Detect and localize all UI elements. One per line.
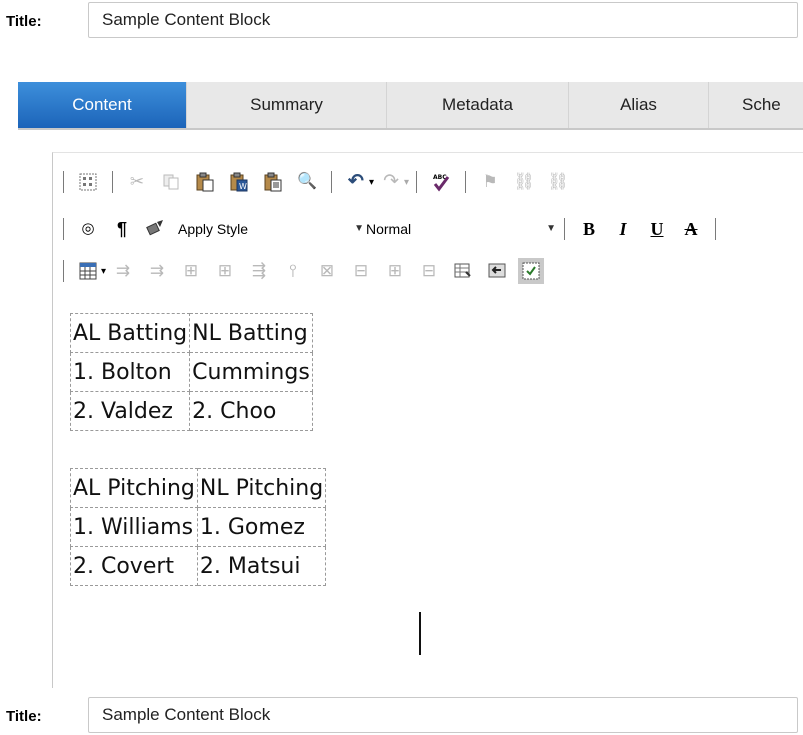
table-row: AL Pitching NL Pitching [70,468,327,508]
paste-icon[interactable] [195,172,215,192]
toolbar-separator [715,218,716,240]
strikethrough-button[interactable]: A [681,219,701,239]
toolbar-row-1: ✂ W 🔍 ↶ ▾ ↷ ▾ ABC ⚑ ⛓ ⛓ [63,166,575,198]
table-cell[interactable]: 2. Valdez [69,391,191,431]
hyperlink-icon[interactable]: ⛓ [513,172,535,192]
insert-table-icon[interactable] [78,261,98,281]
italic-button[interactable]: I [613,219,633,239]
text-caret [419,612,421,655]
tab-schedule[interactable]: Sche [708,82,803,128]
undo-icon[interactable]: ↶ [346,172,366,192]
select-all-icon[interactable] [78,172,98,192]
toolbar-separator [63,171,64,193]
batting-table: AL Batting NL Batting 1. Bolton Cummings… [69,313,313,431]
svg-text:W: W [239,182,247,191]
table-cell[interactable]: 1. Bolton [69,352,191,392]
copy-icon[interactable] [161,172,181,192]
table-cell[interactable]: 1. Gomez [196,507,327,547]
style-select[interactable]: Apply Style ▼ [177,217,365,241]
table-cell[interactable]: 2. Covert [70,546,198,586]
format-painter-icon[interactable] [146,219,166,239]
toolbar-separator [416,171,418,193]
table-row: 2. Valdez 2. Choo [69,391,313,431]
chevron-down-icon: ▼ [546,223,556,234]
insert-row-above-icon[interactable]: ⇉ [113,261,133,281]
spell-check-icon[interactable]: ABC [431,172,451,192]
table-cell[interactable]: 2. Choo [189,391,313,431]
merge-cells-icon[interactable]: ⊞ [385,261,405,281]
target-icon[interactable]: ◎ [78,219,98,239]
table-row: AL Batting NL Batting [69,313,313,353]
delete-table-icon[interactable] [487,261,507,281]
insert-column-left-icon[interactable]: ⊞ [181,261,201,281]
title-input[interactable] [88,697,798,733]
editor-content[interactable]: AL Batting NL Batting 1. Bolton Cummings… [53,313,803,688]
remove-link-icon[interactable]: ⛓ [547,172,569,192]
table-cell[interactable]: NL Batting [189,313,313,353]
insert-link-icon[interactable]: ⚑ [480,172,500,192]
style-select-value: Apply Style [178,221,249,237]
tab-metadata[interactable]: Metadata [386,82,568,128]
insert-table-dropdown-icon[interactable]: ▾ [101,266,106,277]
redo-icon[interactable]: ↷ [381,172,401,192]
table-row: 1. Bolton Cummings [69,352,313,392]
paragraph-icon[interactable]: ¶ [112,219,132,239]
underline-button[interactable]: U [647,219,667,239]
tab-alias[interactable]: Alias [568,82,708,128]
title-input[interactable] [88,2,798,38]
tab-content[interactable]: Content [18,82,186,128]
toolbar-row-2: ◎ ¶ Apply Style ▼ Normal ▼ B I U A [63,213,723,245]
rich-text-editor: ✂ W 🔍 ↶ ▾ ↷ ▾ ABC ⚑ ⛓ ⛓ ◎ ¶ Apply Style … [52,152,803,688]
toolbar-separator [564,218,565,240]
tab-summary[interactable]: Summary [186,82,386,128]
table-cell[interactable]: NL Pitching [196,468,327,508]
table-properties-icon[interactable] [453,261,473,281]
title-row: Title: [0,2,803,40]
bold-button[interactable]: B [579,219,599,239]
insert-column-icon[interactable]: ⇶ [249,261,269,281]
paste-from-word-icon[interactable]: W [229,172,249,192]
toolbar-separator [63,218,64,240]
table-cell[interactable]: Cummings [189,352,313,392]
toolbar-separator [112,171,113,193]
split-cell-icon[interactable]: ⫯ [283,261,303,281]
tab-bar: Content Summary Metadata Alias Sche [18,82,803,130]
title-row: Title: [0,697,803,735]
paragraph-select[interactable]: Normal ▼ [365,217,557,241]
toolbar-separator [331,171,332,193]
paste-plain-text-icon[interactable] [263,172,283,192]
toggle-table-borders-icon[interactable] [518,258,545,284]
pitching-table: AL Pitching NL Pitching 1. Williams 1. G… [70,468,327,586]
delete-row-icon[interactable]: ⊠ [317,261,337,281]
delete-column-icon[interactable]: ⊟ [351,261,371,281]
cut-icon[interactable]: ✂ [127,172,147,192]
table-cell[interactable]: AL Pitching [70,468,198,508]
toolbar-separator [63,260,64,282]
undo-dropdown-icon[interactable]: ▾ [369,177,374,188]
cell-properties-icon[interactable]: ⊟ [419,261,439,281]
title-label: Title: [6,708,42,725]
title-label: Title: [6,13,42,30]
table-cell[interactable]: 2. Matsui [196,546,327,586]
table-cell[interactable]: AL Batting [69,313,191,353]
table-cell[interactable]: 1. Williams [70,507,198,547]
chevron-down-icon: ▼ [354,223,364,234]
table-row: 2. Covert 2. Matsui [70,546,327,586]
insert-row-below-icon[interactable]: ⇉ [147,261,167,281]
redo-dropdown-icon[interactable]: ▾ [404,177,409,188]
find-replace-icon[interactable]: 🔍 [297,172,317,192]
table-row: 1. Williams 1. Gomez [70,507,327,547]
paragraph-select-value: Normal [366,221,412,237]
toolbar-row-3: ▾ ⇉ ⇉ ⊞ ⊞ ⇶ ⫯ ⊠ ⊟ ⊞ ⊟ [63,255,548,287]
editor-toolbar: ✂ W 🔍 ↶ ▾ ↷ ▾ ABC ⚑ ⛓ ⛓ ◎ ¶ Apply Style … [53,153,803,315]
toolbar-separator [465,171,467,193]
insert-column-right-icon[interactable]: ⊞ [215,261,235,281]
